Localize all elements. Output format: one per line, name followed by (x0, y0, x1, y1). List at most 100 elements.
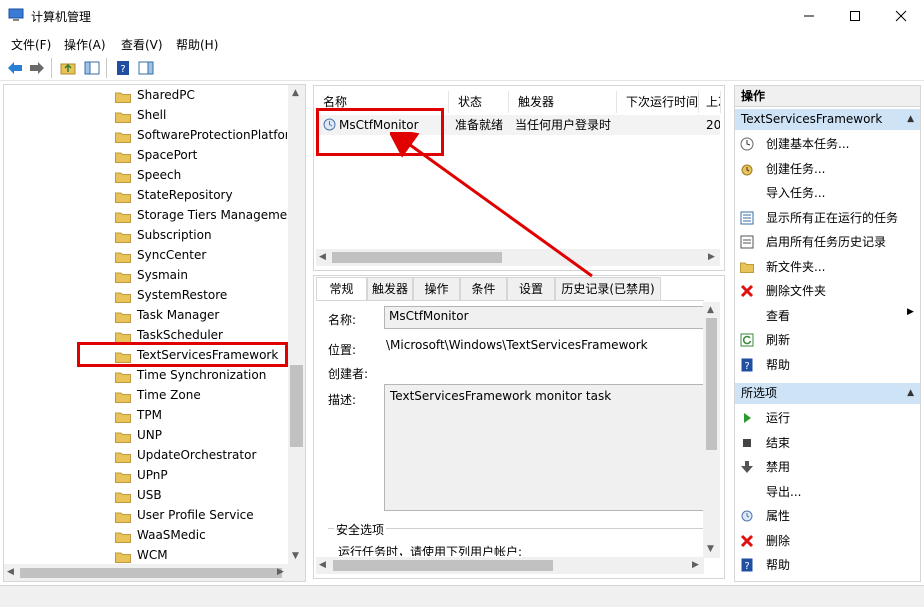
tree-item[interactable]: UNP (115, 425, 287, 445)
action-item-label: 新文件夹... (766, 259, 826, 274)
description-field[interactable]: TextServicesFramework monitor task (384, 384, 704, 511)
action-item[interactable]: 属性 (738, 505, 918, 527)
scroll-left-arrow-icon[interactable]: ◀ (319, 252, 326, 262)
help-button[interactable]: ? (113, 58, 133, 78)
minimize-button[interactable] (786, 0, 832, 32)
folder-icon (115, 249, 131, 263)
tree-item[interactable]: Shell (115, 105, 287, 125)
up-folder-button[interactable] (58, 58, 78, 78)
action-item[interactable]: 创建任务... (738, 158, 918, 180)
actions-section-folder[interactable]: TextServicesFramework ▲ (735, 109, 920, 130)
action-item[interactable]: 删除 (738, 530, 918, 552)
actions-section-selected[interactable]: 所选项 ▲ (735, 383, 920, 404)
back-button[interactable] (5, 58, 25, 78)
tree-item-label: TPM (137, 408, 162, 422)
action-item-label: 属性 (766, 509, 791, 523)
action-item[interactable]: 查看 (738, 305, 918, 327)
refresh-icon (740, 333, 754, 347)
toolbar-separator (106, 58, 107, 78)
action-item[interactable]: 结束 (738, 432, 918, 454)
name-field[interactable]: MsCtfMonitor (384, 306, 704, 329)
action-item[interactable]: 显示所有正在运行的任务 (738, 207, 918, 229)
tree-item[interactable]: TPM (115, 405, 287, 425)
tree-item[interactable]: Time Synchronization (115, 365, 287, 385)
folder-icon (115, 169, 131, 183)
show-action-pane-button[interactable] (136, 58, 156, 78)
column-header-name[interactable]: 名称 (314, 91, 449, 113)
toolbar-separator (51, 58, 52, 78)
location-value: \Microsoft\Windows\TextServicesFramework (386, 338, 648, 352)
scroll-right-arrow-icon[interactable]: ▶ (692, 560, 699, 570)
scroll-up-arrow-icon[interactable]: ▲ (292, 88, 299, 98)
action-item[interactable]: 删除文件夹 (738, 280, 918, 302)
play-icon (740, 411, 754, 425)
scroll-down-arrow-icon[interactable]: ▼ (707, 544, 714, 554)
author-label: 创建者: (328, 367, 369, 381)
tree-item[interactable]: SyncCenter (115, 245, 287, 265)
close-button[interactable] (878, 0, 924, 32)
scroll-down-arrow-icon[interactable]: ▼ (292, 551, 299, 561)
tree-item[interactable]: SystemRestore (115, 285, 287, 305)
tree-item[interactable]: Subscription (115, 225, 287, 245)
action-item[interactable]: 刷新 (738, 329, 918, 351)
tree-item-label: User Profile Service (137, 508, 254, 522)
tab-general[interactable]: 常规 (316, 277, 367, 301)
show-hide-tree-button[interactable] (82, 58, 102, 78)
maximize-button[interactable] (832, 0, 878, 32)
tree-item[interactable]: WCM (115, 545, 287, 565)
forward-arrow-icon (30, 62, 44, 74)
action-item[interactable]: 禁用 (738, 456, 918, 478)
tree-vertical-scrollbar[interactable] (288, 85, 305, 564)
detail-horizontal-scroll-thumb[interactable] (333, 560, 553, 571)
action-item[interactable]: 导出... (738, 481, 918, 503)
collapse-arrow-icon[interactable]: ▲ (907, 109, 914, 130)
tree-item[interactable]: WaaSMedic (115, 525, 287, 545)
column-header-trigger[interactable]: 触发器 (509, 91, 617, 113)
tree-item[interactable]: User Profile Service (115, 505, 287, 525)
tree-item[interactable]: UPnP (115, 465, 287, 485)
action-item[interactable]: ? 帮助 (738, 354, 918, 376)
tree-item[interactable]: StateRepository (115, 185, 287, 205)
tree-item[interactable]: UpdateOrchestrator (115, 445, 287, 465)
tree-item[interactable]: SpacePort (115, 145, 287, 165)
tree-item[interactable]: SharedPC (115, 85, 287, 105)
column-header-next-run[interactable]: 下次运行时间 (617, 91, 699, 113)
tree-item[interactable]: TextServicesFramework (115, 345, 287, 365)
tree-horizontal-scroll-thumb[interactable] (20, 568, 282, 578)
action-item[interactable]: 新文件夹... (738, 256, 918, 278)
tree-item[interactable]: Storage Tiers Manageme (115, 205, 287, 225)
tree-item[interactable]: TaskScheduler (115, 325, 287, 345)
tree-item[interactable]: Time Zone (115, 385, 287, 405)
action-item[interactable]: 运行 (738, 407, 918, 429)
scroll-left-arrow-icon[interactable]: ◀ (7, 567, 14, 577)
scroll-up-arrow-icon[interactable]: ▲ (707, 305, 714, 315)
collapse-arrow-icon[interactable]: ▲ (907, 383, 914, 404)
tree-item[interactable]: SoftwareProtectionPlatfor (115, 125, 287, 145)
menu-action[interactable]: 操作(A) (64, 36, 106, 53)
action-item[interactable]: 导入任务... (738, 182, 918, 204)
tree-item[interactable]: Sysmain (115, 265, 287, 285)
tree-vertical-scroll-thumb[interactable] (290, 365, 303, 447)
detail-vertical-scroll-thumb[interactable] (706, 318, 717, 450)
tree-item[interactable]: Speech (115, 165, 287, 185)
action-item[interactable]: 启用所有任务历史记录 (738, 231, 918, 253)
scroll-right-arrow-icon[interactable]: ▶ (277, 567, 284, 577)
column-header-last-run[interactable]: 上次 (699, 91, 721, 113)
scroll-left-arrow-icon[interactable]: ◀ (319, 560, 326, 570)
menu-file[interactable]: 文件(F) (11, 36, 51, 53)
scroll-right-arrow-icon[interactable]: ▶ (708, 252, 715, 262)
column-header-status[interactable]: 状态 (449, 91, 509, 113)
action-item-label: 禁用 (766, 460, 791, 474)
status-bar (0, 585, 924, 607)
menu-view[interactable]: 查看(V) (121, 36, 163, 53)
tree-item[interactable]: USB (115, 485, 287, 505)
menu-help[interactable]: 帮助(H) (176, 36, 218, 53)
action-item-label: 删除文件夹 (766, 284, 827, 298)
help-book-icon: ? (117, 61, 129, 75)
forward-button[interactable] (27, 58, 47, 78)
tree-item-label: SoftwareProtectionPlatfor (137, 128, 287, 142)
action-item[interactable]: 创建基本任务... (738, 133, 918, 155)
action-item[interactable]: ? 帮助 (738, 554, 918, 576)
tree-item[interactable]: Task Manager (115, 305, 287, 325)
action-item-label: 导出... (766, 484, 802, 499)
